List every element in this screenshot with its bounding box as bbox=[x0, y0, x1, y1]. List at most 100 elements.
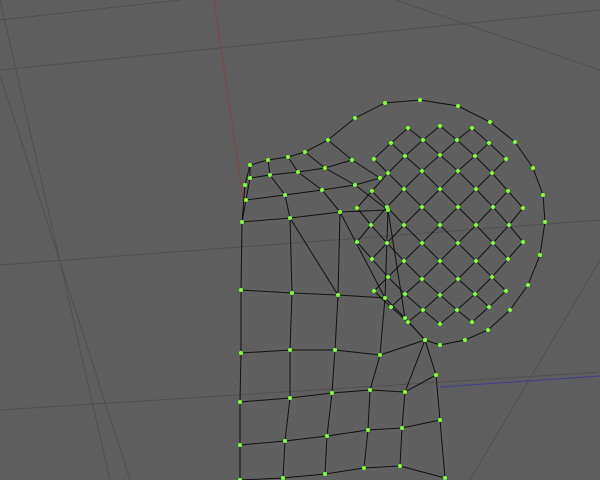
mesh-vertex[interactable] bbox=[239, 351, 243, 355]
mesh-vertex[interactable] bbox=[403, 154, 407, 158]
mesh-edge[interactable] bbox=[339, 211, 386, 299]
mesh-vertex[interactable] bbox=[288, 396, 292, 400]
mesh-vertex[interactable] bbox=[325, 434, 329, 438]
mesh-vertex[interactable] bbox=[513, 140, 517, 144]
mesh-vertex[interactable] bbox=[355, 240, 359, 244]
mesh-vertex[interactable] bbox=[506, 257, 510, 261]
viewport-canvas[interactable] bbox=[0, 0, 600, 480]
mesh-edge[interactable] bbox=[289, 217, 339, 296]
mesh-vertex[interactable] bbox=[420, 205, 424, 209]
mesh-vertex[interactable] bbox=[473, 154, 477, 158]
mesh-vertex[interactable] bbox=[487, 305, 491, 309]
mesh-vertex[interactable] bbox=[248, 163, 252, 167]
mesh-edge-column[interactable] bbox=[282, 217, 293, 479]
mesh-vertex[interactable] bbox=[470, 320, 474, 324]
mesh-vertex[interactable] bbox=[248, 176, 252, 180]
mesh-vertex[interactable] bbox=[240, 220, 244, 224]
mesh-vertex[interactable] bbox=[326, 138, 330, 142]
mesh-vertex[interactable] bbox=[372, 289, 376, 293]
mesh-vertex[interactable] bbox=[370, 257, 374, 261]
mesh-vertex[interactable] bbox=[438, 153, 442, 157]
mesh-vertex[interactable] bbox=[389, 305, 393, 309]
mesh-vertex[interactable] bbox=[398, 464, 402, 468]
mesh-vertex[interactable] bbox=[456, 241, 460, 245]
mesh-vertex[interactable] bbox=[323, 166, 327, 170]
mesh-vertex[interactable] bbox=[438, 418, 442, 422]
mesh-vertex[interactable] bbox=[244, 198, 248, 202]
mesh-vertex[interactable] bbox=[504, 289, 508, 293]
mesh-vertex[interactable] bbox=[402, 223, 406, 227]
mesh-vertex[interactable] bbox=[403, 292, 407, 296]
mesh-vertex[interactable] bbox=[238, 400, 242, 404]
mesh-edge-lattice[interactable] bbox=[371, 142, 490, 260]
mesh-vertex[interactable] bbox=[383, 296, 387, 300]
mesh-vertex[interactable] bbox=[266, 158, 270, 162]
mesh-vertex[interactable] bbox=[455, 138, 459, 142]
mesh-vertex[interactable] bbox=[281, 476, 285, 480]
mesh-vertex[interactable] bbox=[378, 353, 382, 357]
mesh-vertex[interactable] bbox=[338, 210, 342, 214]
mesh-vertex[interactable] bbox=[303, 150, 307, 154]
mesh-vertex[interactable] bbox=[333, 348, 337, 352]
mesh-vertex[interactable] bbox=[288, 348, 292, 352]
mesh-vertex[interactable] bbox=[283, 439, 287, 443]
mesh-vertex[interactable] bbox=[353, 183, 357, 187]
mesh-vertex[interactable] bbox=[490, 275, 494, 279]
mesh-vertex[interactable] bbox=[389, 141, 393, 145]
mesh-vertex[interactable] bbox=[438, 343, 442, 347]
mesh-vertex[interactable] bbox=[486, 328, 490, 332]
mesh-vertex[interactable] bbox=[418, 98, 422, 102]
mesh-edge-lattice[interactable] bbox=[356, 207, 473, 323]
mesh-vertex[interactable] bbox=[506, 189, 510, 193]
mesh-vertex[interactable] bbox=[402, 187, 406, 191]
mesh-edge[interactable] bbox=[354, 184, 389, 211]
mesh-vertex[interactable] bbox=[474, 259, 478, 263]
mesh-vertex[interactable] bbox=[423, 338, 427, 342]
mesh-vertex[interactable] bbox=[383, 101, 387, 105]
mesh-vertex[interactable] bbox=[268, 173, 272, 177]
mesh-edge-row[interactable] bbox=[249, 159, 353, 179]
mesh-vertex[interactable] bbox=[434, 373, 438, 377]
mesh-vertex[interactable] bbox=[541, 193, 545, 197]
mesh-vertex[interactable] bbox=[491, 205, 495, 209]
mesh-vertex[interactable] bbox=[239, 288, 243, 292]
3d-viewport[interactable] bbox=[0, 0, 600, 480]
mesh-vertex[interactable] bbox=[243, 183, 247, 187]
mesh-vertex[interactable] bbox=[370, 189, 374, 193]
mesh-vertex[interactable] bbox=[438, 187, 442, 191]
mesh-vertex[interactable] bbox=[336, 293, 340, 297]
mesh-edge-column[interactable] bbox=[424, 339, 446, 479]
mesh-vertex[interactable] bbox=[320, 188, 324, 192]
mesh-edge-column[interactable] bbox=[245, 165, 251, 201]
mesh-vertex[interactable] bbox=[368, 388, 372, 392]
mesh-vertex[interactable] bbox=[283, 193, 287, 197]
mesh-vertex[interactable] bbox=[507, 223, 511, 227]
mesh-vertex[interactable] bbox=[406, 320, 410, 324]
mesh-vertex[interactable] bbox=[353, 116, 357, 120]
mesh-vertex[interactable] bbox=[463, 338, 467, 342]
mesh-vertex[interactable] bbox=[406, 126, 410, 130]
mesh-vertex[interactable] bbox=[521, 206, 525, 210]
mesh-edge-row[interactable] bbox=[241, 209, 389, 223]
mesh-wireframe[interactable] bbox=[239, 99, 546, 480]
mesh-edge[interactable] bbox=[284, 194, 291, 219]
mesh-vertex[interactable] bbox=[526, 283, 530, 287]
mesh-vertex[interactable] bbox=[438, 223, 442, 227]
mesh-vertex[interactable] bbox=[362, 466, 366, 470]
mesh-vertex[interactable] bbox=[286, 155, 290, 159]
mesh-edge-row[interactable] bbox=[240, 339, 426, 356]
mesh-vertex[interactable] bbox=[372, 157, 376, 161]
mesh-vertex[interactable] bbox=[455, 308, 459, 312]
mesh-vertex[interactable] bbox=[421, 138, 425, 142]
mesh-edge-lattice[interactable] bbox=[407, 207, 524, 323]
mesh-vertex[interactable] bbox=[488, 120, 492, 124]
mesh-edge-lattice[interactable] bbox=[371, 190, 490, 308]
mesh-vertex[interactable] bbox=[323, 472, 327, 476]
mesh-edge-row[interactable] bbox=[239, 419, 441, 446]
mesh-vertex[interactable] bbox=[474, 223, 478, 227]
mesh-vertex[interactable] bbox=[420, 277, 424, 281]
mesh-edge[interactable] bbox=[321, 189, 341, 213]
mesh-vertex[interactable] bbox=[504, 157, 508, 161]
mesh-vertex[interactable] bbox=[438, 322, 442, 326]
mesh-vertex[interactable] bbox=[508, 308, 512, 312]
